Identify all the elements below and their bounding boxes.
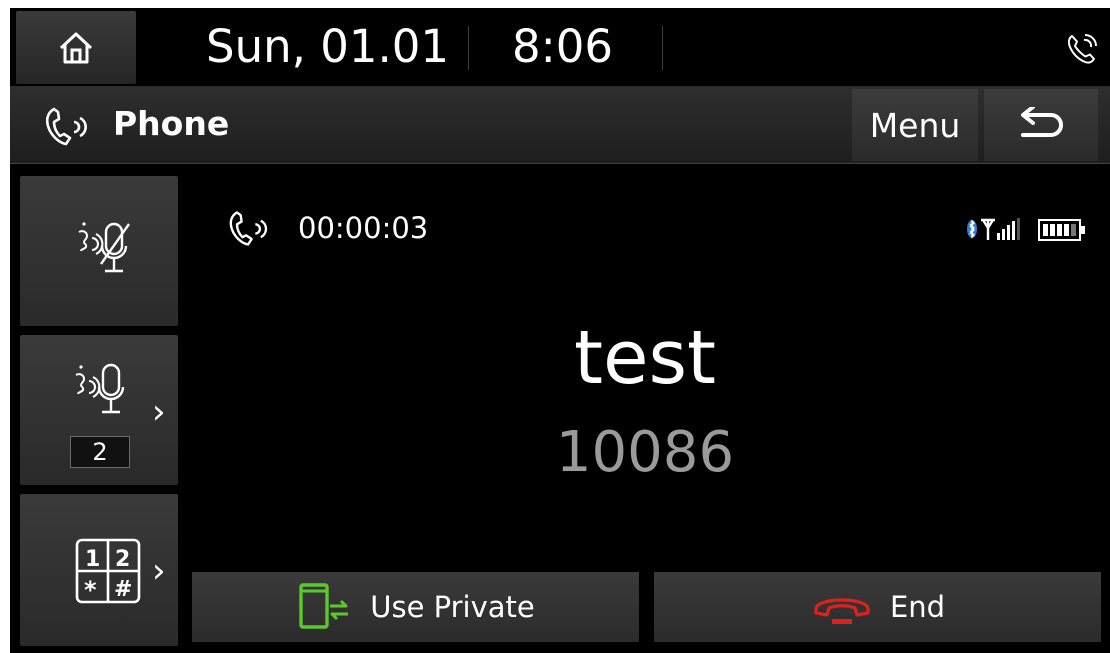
- chevron-right-icon: ›: [152, 392, 166, 432]
- phone-call-icon: [1067, 34, 1097, 64]
- svg-text:*: *: [84, 576, 97, 604]
- divider: [468, 26, 469, 70]
- home-icon: [59, 32, 93, 63]
- phone-handset-icon: [45, 107, 87, 146]
- end-call-label: End: [889, 590, 946, 624]
- back-arrow-icon: [1021, 107, 1063, 137]
- call-duration: 00:00:03: [298, 211, 429, 245]
- svg-text:2: 2: [115, 547, 130, 572]
- clock-display: 8:06: [512, 20, 614, 73]
- keypad-button[interactable]: 1 2 * # ›: [20, 494, 178, 646]
- handset-transfer-icon: [299, 583, 349, 629]
- mic-volume-level: 2: [70, 436, 130, 468]
- divider: [662, 26, 663, 70]
- use-private-label: Use Private: [370, 590, 535, 624]
- end-call-button[interactable]: End: [654, 572, 1101, 642]
- mic-volume-icon: [75, 363, 125, 414]
- mute-microphone-button[interactable]: [20, 176, 178, 326]
- chevron-right-icon: ›: [152, 551, 166, 591]
- mic-mute-icon: [78, 222, 130, 273]
- page-title: Phone: [113, 104, 230, 143]
- back-button[interactable]: [984, 89, 1098, 161]
- battery-icon: [1038, 219, 1085, 241]
- status-bar: Sun, 01.01 8:06: [10, 8, 1110, 86]
- menu-button-label: Menu: [869, 105, 961, 145]
- svg-text:1: 1: [85, 547, 100, 572]
- end-call-icon: [814, 598, 870, 624]
- title-bar: Phone Menu: [10, 86, 1110, 164]
- dialpad-icon: 1 2 * #: [75, 538, 141, 604]
- home-button[interactable]: [16, 11, 136, 84]
- bluetooth-signal-icon: [967, 218, 1020, 240]
- menu-button[interactable]: Menu: [852, 89, 978, 161]
- contact-number: 10086: [555, 420, 735, 485]
- contact-name: test: [573, 315, 717, 401]
- phone-handset-icon: [229, 211, 268, 246]
- phone-call-screen: Sun, 01.01 8:06 Phone Menu › 2 1 2 * # ›…: [10, 8, 1110, 653]
- svg-text:#: #: [114, 577, 132, 602]
- date-display: Sun, 01.01: [206, 20, 450, 73]
- use-private-button[interactable]: Use Private: [192, 572, 639, 642]
- mic-volume-button[interactable]: › 2: [20, 335, 178, 485]
